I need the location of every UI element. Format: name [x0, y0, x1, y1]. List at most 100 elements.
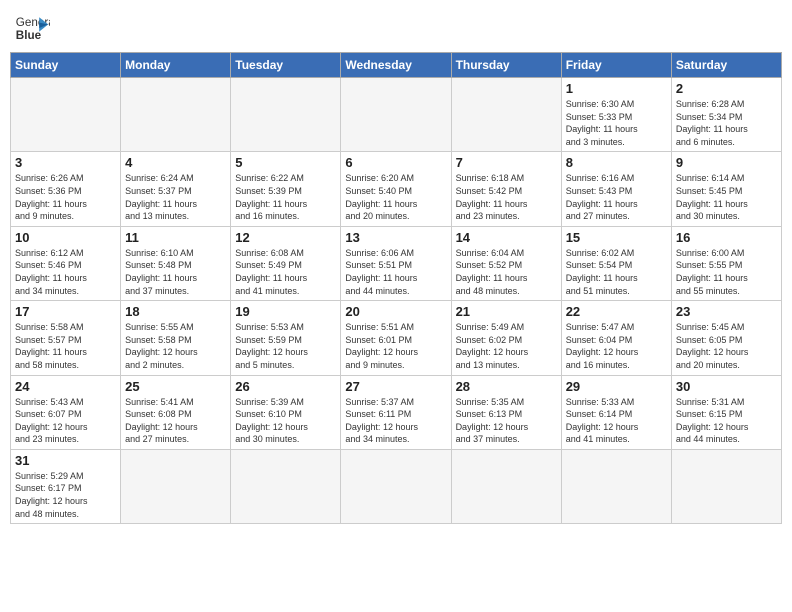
- day-info: Sunrise: 6:24 AM Sunset: 5:37 PM Dayligh…: [125, 172, 226, 222]
- calendar-cell: [451, 78, 561, 152]
- calendar-cell: 6 Sunrise: 6:20 AM Sunset: 5:40 PM Daylig…: [341, 152, 451, 226]
- calendar-cell: 16 Sunrise: 6:00 AM Sunset: 5:55 PM Dayli…: [671, 226, 781, 300]
- day-number: 30: [676, 379, 777, 394]
- day-number: 2: [676, 81, 777, 96]
- calendar-cell: 12 Sunrise: 6:08 AM Sunset: 5:49 PM Dayli…: [231, 226, 341, 300]
- weekday-header-monday: Monday: [121, 53, 231, 78]
- day-info: Sunrise: 6:08 AM Sunset: 5:49 PM Dayligh…: [235, 247, 336, 297]
- day-info: Sunrise: 5:37 AM Sunset: 6:11 PM Dayligh…: [345, 396, 446, 446]
- day-info: Sunrise: 6:02 AM Sunset: 5:54 PM Dayligh…: [566, 247, 667, 297]
- calendar-week-row: 10Sunrise: 6:12 AM Sunset: 5:46 PM Dayli…: [11, 226, 782, 300]
- svg-text:Blue: Blue: [16, 29, 42, 42]
- calendar-cell: [121, 78, 231, 152]
- day-number: 13: [345, 230, 446, 245]
- calendar-cell: [341, 449, 451, 523]
- calendar-cell: 20Sunrise: 5:51 AM Sunset: 6:01 PM Dayli…: [341, 301, 451, 375]
- calendar-cell: [231, 78, 341, 152]
- calendar-cell: 31Sunrise: 5:29 AM Sunset: 6:17 PM Dayli…: [11, 449, 121, 523]
- calendar-cell: 5 Sunrise: 6:22 AM Sunset: 5:39 PM Daylig…: [231, 152, 341, 226]
- day-info: Sunrise: 6:26 AM Sunset: 5:36 PM Dayligh…: [15, 172, 116, 222]
- weekday-header-tuesday: Tuesday: [231, 53, 341, 78]
- calendar-cell: 26 Sunrise: 5:39 AM Sunset: 6:10 PM Dayli…: [231, 375, 341, 449]
- day-info: Sunrise: 5:33 AM Sunset: 6:14 PM Dayligh…: [566, 396, 667, 446]
- day-info: Sunrise: 5:35 AM Sunset: 6:13 PM Dayligh…: [456, 396, 557, 446]
- calendar-cell: 23 Sunrise: 5:45 AM Sunset: 6:05 PM Dayli…: [671, 301, 781, 375]
- calendar-cell: [451, 449, 561, 523]
- calendar-week-row: 24 Sunrise: 5:43 AM Sunset: 6:07 PM Dayli…: [11, 375, 782, 449]
- day-info: Sunrise: 5:31 AM Sunset: 6:15 PM Dayligh…: [676, 396, 777, 446]
- day-info: Sunrise: 5:41 AM Sunset: 6:08 PM Dayligh…: [125, 396, 226, 446]
- day-info: Sunrise: 6:04 AM Sunset: 5:52 PM Dayligh…: [456, 247, 557, 297]
- calendar-week-row: 1 Sunrise: 6:30 AM Sunset: 5:33 PM Daylig…: [11, 78, 782, 152]
- calendar-cell: 22Sunrise: 5:47 AM Sunset: 6:04 PM Dayli…: [561, 301, 671, 375]
- day-number: 24: [15, 379, 116, 394]
- day-info: Sunrise: 6:20 AM Sunset: 5:40 PM Dayligh…: [345, 172, 446, 222]
- calendar-cell: [11, 78, 121, 152]
- day-number: 14: [456, 230, 557, 245]
- calendar-cell: 1 Sunrise: 6:30 AM Sunset: 5:33 PM Daylig…: [561, 78, 671, 152]
- calendar-cell: 7 Sunrise: 6:18 AM Sunset: 5:42 PM Daylig…: [451, 152, 561, 226]
- logo-icon: General Blue: [14, 10, 50, 46]
- day-number: 22: [566, 304, 667, 319]
- weekday-header-row: SundayMondayTuesdayWednesdayThursdayFrid…: [11, 53, 782, 78]
- calendar-cell: 8Sunrise: 6:16 AM Sunset: 5:43 PM Daylig…: [561, 152, 671, 226]
- calendar-week-row: 31Sunrise: 5:29 AM Sunset: 6:17 PM Dayli…: [11, 449, 782, 523]
- calendar-cell: 29 Sunrise: 5:33 AM Sunset: 6:14 PM Dayli…: [561, 375, 671, 449]
- day-number: 16: [676, 230, 777, 245]
- day-number: 7: [456, 155, 557, 170]
- calendar-cell: [561, 449, 671, 523]
- day-number: 17: [15, 304, 116, 319]
- day-number: 4: [125, 155, 226, 170]
- calendar-cell: 19Sunrise: 5:53 AM Sunset: 5:59 PM Dayli…: [231, 301, 341, 375]
- calendar-cell: 21Sunrise: 5:49 AM Sunset: 6:02 PM Dayli…: [451, 301, 561, 375]
- weekday-header-friday: Friday: [561, 53, 671, 78]
- day-info: Sunrise: 6:00 AM Sunset: 5:55 PM Dayligh…: [676, 247, 777, 297]
- weekday-header-saturday: Saturday: [671, 53, 781, 78]
- calendar-cell: 11Sunrise: 6:10 AM Sunset: 5:48 PM Dayli…: [121, 226, 231, 300]
- day-number: 1: [566, 81, 667, 96]
- calendar-cell: 30 Sunrise: 5:31 AM Sunset: 6:15 PM Dayli…: [671, 375, 781, 449]
- calendar-cell: 24 Sunrise: 5:43 AM Sunset: 6:07 PM Dayli…: [11, 375, 121, 449]
- calendar-cell: 18Sunrise: 5:55 AM Sunset: 5:58 PM Dayli…: [121, 301, 231, 375]
- day-number: 26: [235, 379, 336, 394]
- calendar-week-row: 3 Sunrise: 6:26 AM Sunset: 5:36 PM Daylig…: [11, 152, 782, 226]
- weekday-header-thursday: Thursday: [451, 53, 561, 78]
- day-info: Sunrise: 5:29 AM Sunset: 6:17 PM Dayligh…: [15, 470, 116, 520]
- calendar-cell: 4 Sunrise: 6:24 AM Sunset: 5:37 PM Daylig…: [121, 152, 231, 226]
- calendar-cell: [231, 449, 341, 523]
- day-info: Sunrise: 5:39 AM Sunset: 6:10 PM Dayligh…: [235, 396, 336, 446]
- day-number: 6: [345, 155, 446, 170]
- day-info: Sunrise: 6:30 AM Sunset: 5:33 PM Dayligh…: [566, 98, 667, 148]
- calendar-week-row: 17 Sunrise: 5:58 AM Sunset: 5:57 PM Dayli…: [11, 301, 782, 375]
- calendar-cell: 9Sunrise: 6:14 AM Sunset: 5:45 PM Daylig…: [671, 152, 781, 226]
- day-info: Sunrise: 5:51 AM Sunset: 6:01 PM Dayligh…: [345, 321, 446, 371]
- weekday-header-wednesday: Wednesday: [341, 53, 451, 78]
- calendar-cell: 15Sunrise: 6:02 AM Sunset: 5:54 PM Dayli…: [561, 226, 671, 300]
- calendar-cell: 14 Sunrise: 6:04 AM Sunset: 5:52 PM Dayli…: [451, 226, 561, 300]
- calendar-cell: 28Sunrise: 5:35 AM Sunset: 6:13 PM Dayli…: [451, 375, 561, 449]
- calendar-cell: [671, 449, 781, 523]
- calendar-cell: [121, 449, 231, 523]
- day-number: 12: [235, 230, 336, 245]
- day-info: Sunrise: 5:49 AM Sunset: 6:02 PM Dayligh…: [456, 321, 557, 371]
- day-number: 19: [235, 304, 336, 319]
- day-info: Sunrise: 5:45 AM Sunset: 6:05 PM Dayligh…: [676, 321, 777, 371]
- calendar-cell: 27 Sunrise: 5:37 AM Sunset: 6:11 PM Dayli…: [341, 375, 451, 449]
- day-info: Sunrise: 6:18 AM Sunset: 5:42 PM Dayligh…: [456, 172, 557, 222]
- day-number: 29: [566, 379, 667, 394]
- day-info: Sunrise: 5:43 AM Sunset: 6:07 PM Dayligh…: [15, 396, 116, 446]
- day-info: Sunrise: 6:10 AM Sunset: 5:48 PM Dayligh…: [125, 247, 226, 297]
- calendar-cell: 13Sunrise: 6:06 AM Sunset: 5:51 PM Dayli…: [341, 226, 451, 300]
- day-number: 23: [676, 304, 777, 319]
- day-info: Sunrise: 6:22 AM Sunset: 5:39 PM Dayligh…: [235, 172, 336, 222]
- weekday-header-sunday: Sunday: [11, 53, 121, 78]
- day-info: Sunrise: 5:58 AM Sunset: 5:57 PM Dayligh…: [15, 321, 116, 371]
- day-info: Sunrise: 6:16 AM Sunset: 5:43 PM Dayligh…: [566, 172, 667, 222]
- day-number: 27: [345, 379, 446, 394]
- calendar-cell: [341, 78, 451, 152]
- calendar-cell: 2Sunrise: 6:28 AM Sunset: 5:34 PM Daylig…: [671, 78, 781, 152]
- day-number: 5: [235, 155, 336, 170]
- day-number: 3: [15, 155, 116, 170]
- logo: General Blue: [14, 10, 50, 46]
- day-info: Sunrise: 5:55 AM Sunset: 5:58 PM Dayligh…: [125, 321, 226, 371]
